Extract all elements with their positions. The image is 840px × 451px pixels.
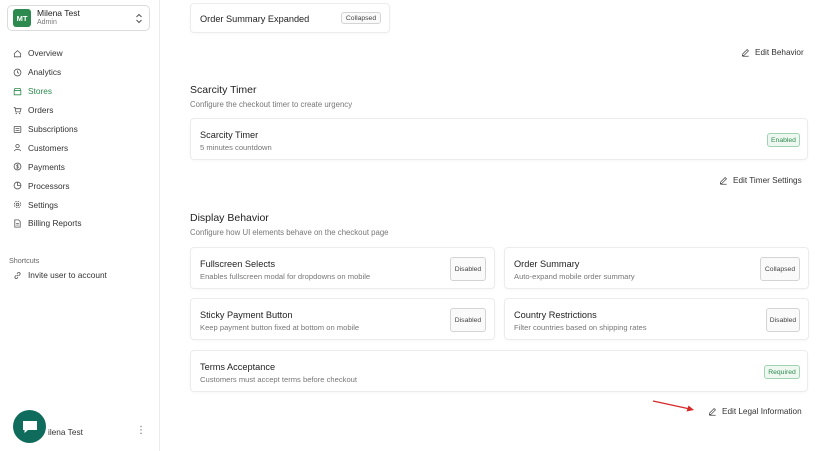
file-icon <box>14 219 21 228</box>
card-title: Sticky Payment Button <box>200 310 293 320</box>
pencil-icon <box>719 177 727 185</box>
sidebar-item-customers[interactable]: Customers <box>0 138 160 157</box>
pie-icon <box>13 181 22 190</box>
scarcity-section-subtitle: Configure the checkout timer to create u… <box>190 100 353 109</box>
sticky-payment-button-card: Sticky Payment Button Keep payment butto… <box>190 298 495 340</box>
order-summary-expanded-card: Order Summary Expanded Collapsed <box>190 3 390 33</box>
account-role: Admin <box>37 19 57 26</box>
card-title: Scarcity Timer <box>200 130 259 140</box>
display-section-subtitle: Configure how UI elements behave on the … <box>190 228 389 237</box>
scarcity-section-title: Scarcity Timer <box>190 84 257 96</box>
card-subtitle: Keep payment button fixed at bottom on m… <box>200 323 360 332</box>
order-summary-card: Order Summary Auto-expand mobile order s… <box>504 247 809 289</box>
sidebar-item-label: Analytics <box>28 67 62 78</box>
sidebar-item-payments[interactable]: Payments <box>0 157 160 176</box>
card-subtitle: 5 minutes countdown <box>200 143 272 152</box>
terms-acceptance-card: Terms Acceptance Customers must accept t… <box>190 350 808 392</box>
sidebar-item-stores[interactable]: Stores <box>0 82 160 101</box>
sidebar-item-orders[interactable]: Orders <box>0 101 160 120</box>
sidebar-item-label: Processors <box>28 180 70 191</box>
sidebar-item-settings[interactable]: Settings <box>0 195 160 214</box>
link-icon <box>14 271 21 279</box>
gear-icon <box>13 200 22 209</box>
card-subtitle: Customers must accept terms before check… <box>200 375 357 384</box>
cart-icon <box>13 106 22 114</box>
edit-timer-settings-button[interactable]: Edit Timer Settings <box>719 176 802 185</box>
edit-legal-information-button[interactable]: Edit Legal Information <box>708 407 802 416</box>
display-section-title: Display Behavior <box>190 212 269 224</box>
card-subtitle: Filter countries based on shipping rates <box>514 323 647 332</box>
sidebar: MT Milena Test Admin Overview Analytics … <box>0 0 160 451</box>
list-icon <box>13 125 22 133</box>
edit-legal-information-label: Edit Legal Information <box>722 407 802 416</box>
card-title: Terms Acceptance <box>200 362 276 372</box>
status-badge: Disabled <box>450 257 486 281</box>
scarcity-timer-card: Scarcity Timer 5 minutes countdown Enabl… <box>190 118 808 160</box>
card-title: Order Summary <box>514 259 580 269</box>
status-badge: Collapsed <box>760 257 800 281</box>
clock-icon <box>13 68 22 77</box>
edit-behavior-label: Edit Behavior <box>755 48 804 57</box>
card-title: Fullscreen Selects <box>200 259 276 269</box>
account-avatar: MT <box>13 9 31 27</box>
pencil-icon <box>708 408 716 416</box>
annotation-arrow-icon <box>652 400 694 412</box>
sidebar-item-processors[interactable]: Processors <box>0 176 160 195</box>
shortcuts-heading: Shortcuts <box>9 256 40 265</box>
sidebar-item-billing-reports[interactable]: Billing Reports <box>0 214 160 233</box>
account-info: Milena Test Admin <box>37 9 80 27</box>
shortcut-label: Invite user to account <box>28 270 107 280</box>
chat-widget-button[interactable] <box>13 410 46 443</box>
status-badge: Disabled <box>766 308 800 332</box>
sidebar-item-label: Customers <box>28 142 69 153</box>
sidebar-item-label: Subscriptions <box>28 124 78 134</box>
sidebar-item-analytics[interactable]: Analytics <box>0 63 160 82</box>
status-badge: Disabled <box>450 308 486 332</box>
chevron-up-down-icon <box>136 13 142 24</box>
edit-timer-settings-label: Edit Timer Settings <box>733 176 802 185</box>
store-icon <box>13 87 22 95</box>
dollar-icon <box>13 162 22 171</box>
more-vertical-icon[interactable]: ⋮ <box>136 425 146 436</box>
pencil-icon <box>741 49 749 57</box>
status-badge: Collapsed <box>341 12 381 24</box>
card-title: Order Summary Expanded <box>200 14 310 24</box>
sidebar-nav: Overview Analytics Stores Orders Subscri… <box>0 44 160 233</box>
status-badge: Enabled <box>767 133 800 147</box>
shortcut-invite-user[interactable]: Invite user to account <box>13 270 107 280</box>
sidebar-item-label: Overview <box>28 48 63 59</box>
edit-behavior-button[interactable]: Edit Behavior <box>741 48 804 57</box>
chat-icon <box>22 420 37 433</box>
sidebar-item-overview[interactable]: Overview <box>0 44 160 63</box>
sidebar-item-label: Orders <box>28 105 54 116</box>
country-restrictions-card: Country Restrictions Filter countries ba… <box>504 298 809 340</box>
sidebar-item-label: Stores <box>28 86 52 97</box>
status-badge: Required <box>764 365 800 379</box>
sidebar-item-subscriptions[interactable]: Subscriptions <box>0 120 160 139</box>
account-switcher[interactable]: MT Milena Test Admin <box>7 5 150 31</box>
card-subtitle: Auto-expand mobile order summary <box>514 272 635 281</box>
sidebar-item-label: Payments <box>28 161 65 172</box>
card-subtitle: Enables fullscreen modal for dropdowns o… <box>200 272 371 281</box>
footer-user-name[interactable]: ilena Test <box>48 427 83 437</box>
sidebar-item-label: Billing Reports <box>28 218 82 229</box>
fullscreen-selects-card: Fullscreen Selects Enables fullscreen mo… <box>190 247 495 289</box>
sidebar-item-label: Settings <box>28 199 58 210</box>
user-icon <box>14 144 21 152</box>
account-name: Milena Test <box>37 8 80 18</box>
home-icon <box>13 50 22 58</box>
card-title: Country Restrictions <box>514 310 597 320</box>
